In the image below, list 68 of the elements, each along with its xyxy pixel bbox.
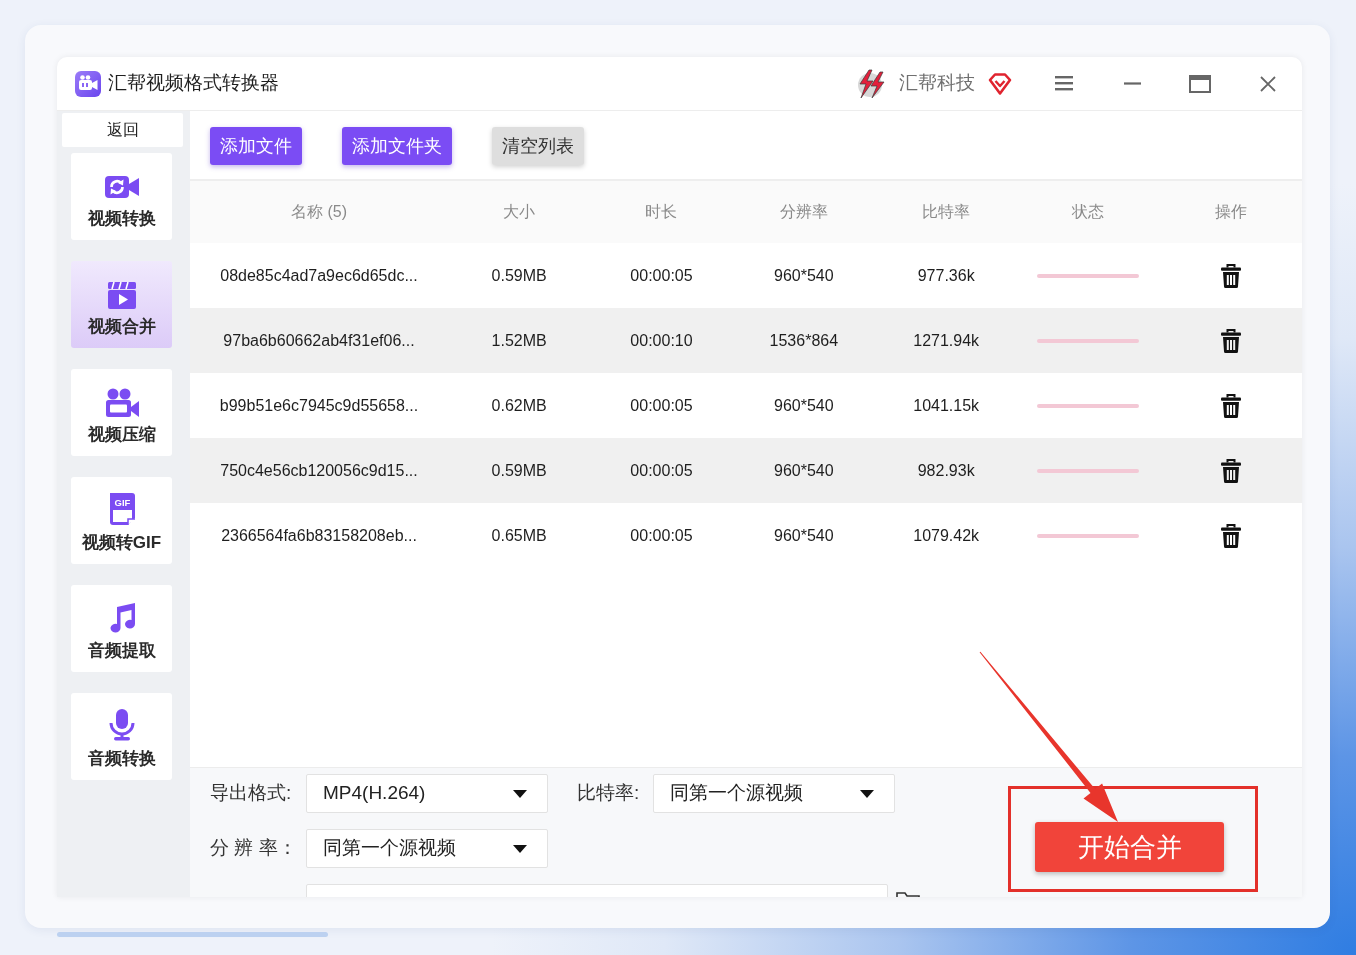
scrollbar-thumb[interactable] [57,932,328,937]
resolution-text: 1536*864 [769,330,839,351]
column-header: 比特率 [922,202,971,222]
column-header: 分辨率 [779,202,828,222]
lightning-logo-icon [856,68,886,99]
file-name-text: 750c4e56cb120056c9d15... [220,460,418,481]
duration-text: 00:00:10 [630,330,693,351]
app-logo-icon [75,70,101,97]
file-size-text: 1.52MB [491,330,547,351]
column-header: 时长 [645,202,678,222]
gem-icon [988,71,1012,96]
file-name-text: 08de85c4ad7a9ec6d65dc... [220,265,418,286]
duration-text: 00:00:05 [630,525,693,546]
caret-icon [513,789,527,798]
resolution-text: 960*540 [774,265,834,286]
resolution-text: 960*540 [774,395,834,416]
caret-icon [513,844,527,853]
nav-item[interactable]: GIF 视频转GIF [71,477,172,564]
duration-text: 00:00:05 [630,395,693,416]
dropdown-select[interactable]: 同第一个源视频 [653,774,895,813]
movie-camera-icon [103,388,140,418]
file-size-text: 0.59MB [491,265,547,286]
nav-item[interactable]: 视频压缩 [71,369,172,456]
dropdown-select[interactable]: 同第一个源视频 [306,829,548,868]
start-merge-button[interactable]: 开始合并 [1035,822,1224,872]
add-button[interactable]: 添加文件夹 [342,127,452,165]
column-header: 名称 (5) [291,202,347,222]
file-name-text: 2366564fa6b83158208eb... [221,525,417,546]
nav-item[interactable]: 音频提取 [71,585,172,672]
field-label: 分 辨 率： [210,836,298,861]
field-label: 导出格式: [210,781,293,806]
bitrate-text: 982.93k [917,460,975,481]
column-header: 状态 [1072,202,1105,222]
caret-icon [860,789,874,798]
close-icon[interactable] [1260,75,1276,92]
trash-icon[interactable] [1220,328,1241,353]
window-title: 汇帮视频格式转换器 [108,71,279,96]
field-label: 比特率: [577,781,641,806]
trash-icon[interactable] [1220,523,1241,548]
file-name-text: b99b51e6c7945c9d55658... [219,395,419,416]
bitrate-text: 1041.15k [913,395,980,416]
menu-icon[interactable] [1055,76,1073,91]
bitrate-text: 1271.94k [913,330,980,351]
brand-name: 汇帮科技 [899,71,975,96]
maximize-icon[interactable] [1189,74,1211,93]
resolution-text: 960*540 [774,525,834,546]
file-name-text: 97ba6b60662ab4f31ef06... [223,330,415,351]
column-header: 大小 [503,202,536,222]
minimize-icon[interactable] [1123,82,1141,85]
file-size-text: 0.65MB [491,525,547,546]
nav-item[interactable]: 视频合并 [71,261,172,348]
trash-icon[interactable] [1220,458,1241,483]
duration-text: 00:00:05 [630,265,693,286]
bitrate-text: 1079.42k [913,525,980,546]
bitrate-text: 977.36k [917,265,975,286]
dropdown-select[interactable]: MP4(H.264) [306,774,548,813]
duration-text: 00:00:05 [630,460,693,481]
resolution-text: 960*540 [774,460,834,481]
clear-list-button[interactable]: 清空列表 [492,127,584,165]
column-header: 操作 [1214,202,1247,222]
file-size-text: 0.62MB [491,395,547,416]
trash-icon[interactable] [1220,263,1241,288]
nav-item[interactable]: 视频转换 [71,153,172,240]
file-size-text: 0.59MB [491,460,547,481]
add-button[interactable]: 添加文件 [210,127,302,165]
back-button[interactable]: 返回 [62,113,183,147]
nav-item[interactable]: 音频转换 [71,693,172,780]
trash-icon[interactable] [1220,393,1241,418]
